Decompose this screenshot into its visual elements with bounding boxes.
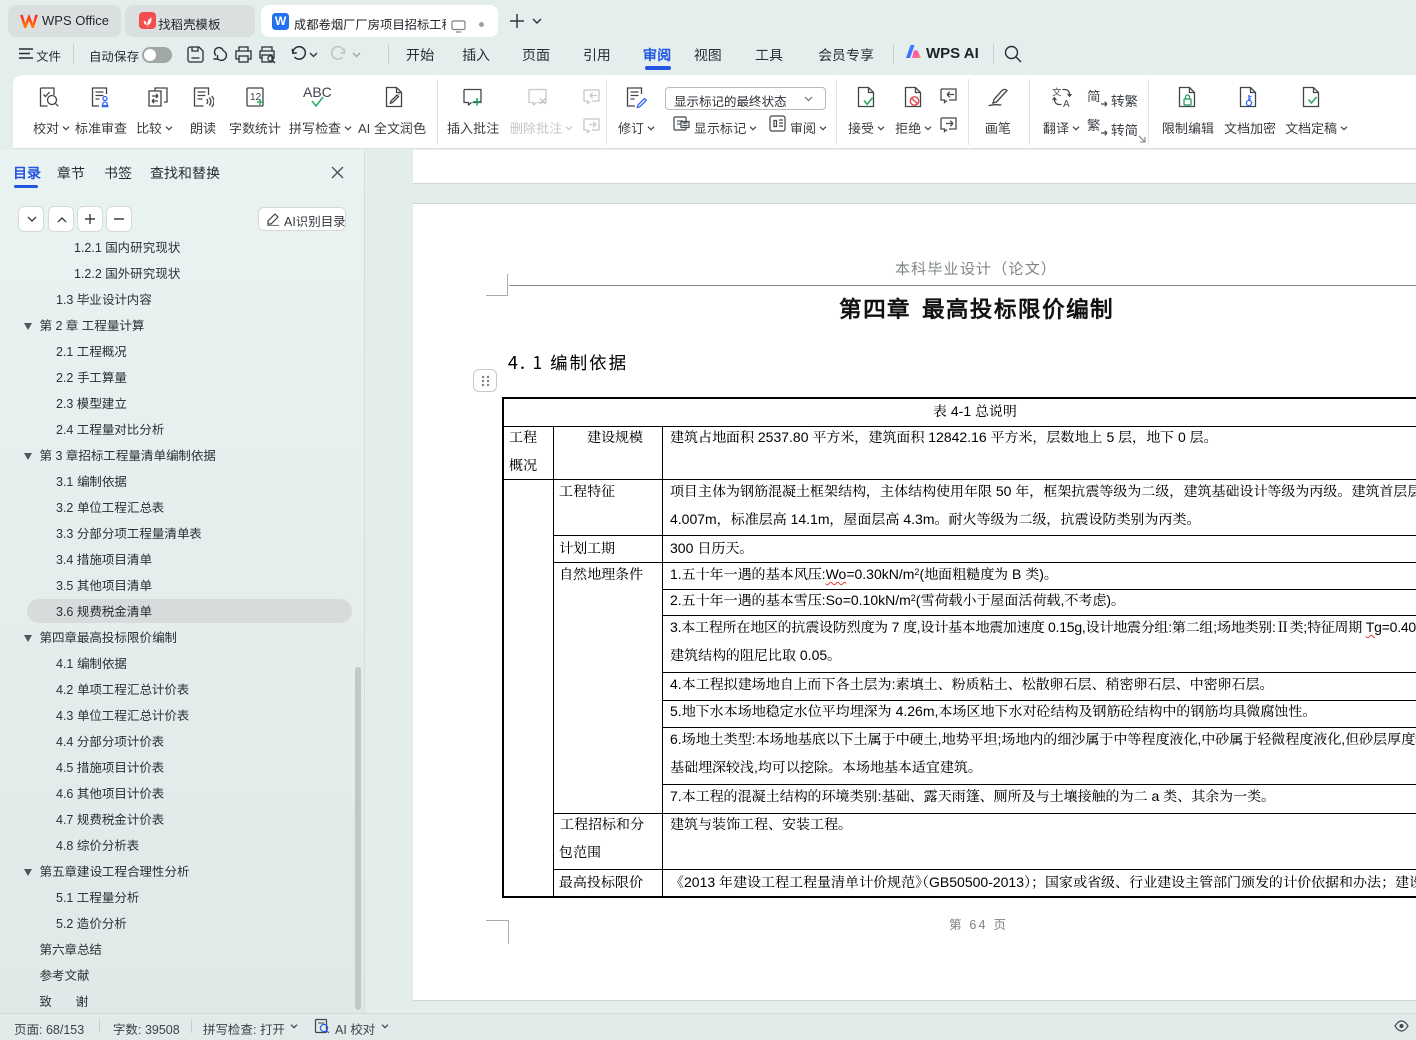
svg-text:ABC: ABC — [303, 84, 332, 100]
svg-text:A: A — [1063, 99, 1070, 108]
svg-text:简: 简 — [1087, 88, 1101, 105]
svg-text:文: 文 — [1052, 86, 1062, 99]
svg-text:繁: 繁 — [1087, 117, 1101, 134]
